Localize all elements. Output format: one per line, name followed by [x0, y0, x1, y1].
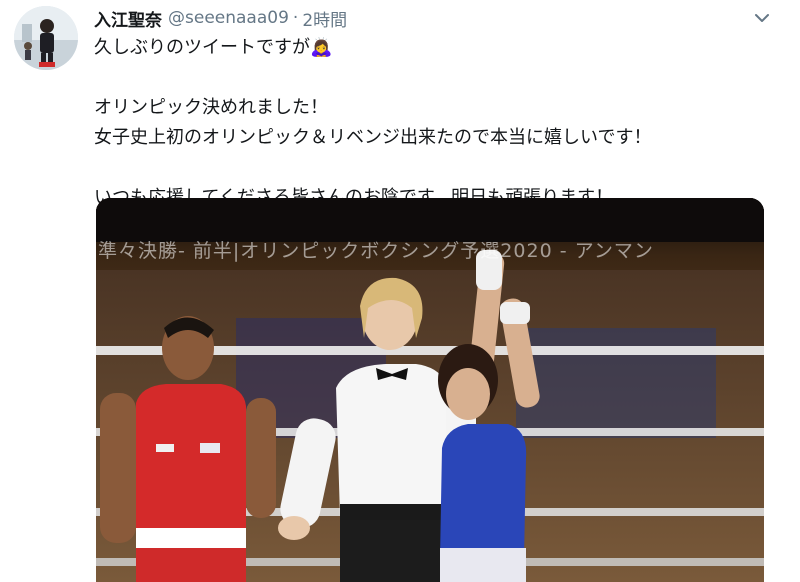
chevron-down-icon	[755, 14, 769, 22]
separator-dot: ·	[292, 8, 299, 28]
tweet-menu-button[interactable]	[752, 8, 772, 28]
avatar[interactable]	[14, 6, 78, 70]
tweet-line: 久しぶりのツイートですが🙇‍♀️	[94, 37, 333, 58]
tweet-media[interactable]: 準々決勝- 前半|オリンピックボクシング予選2020 - アンマン	[96, 198, 764, 582]
tweet-line: オリンピック決めれました！	[94, 97, 328, 118]
video-caption-banner: 準々決勝- 前半|オリンピックボクシング予選2020 - アンマン	[98, 240, 654, 262]
avatar-photo	[14, 6, 78, 70]
tweet-text: 久しぶりのツイートですが🙇‍♀️ オリンピック決めれました！ 女子史上初のオリン…	[94, 33, 784, 213]
tweet-header: 入江聖奈 @seeenaaa09 · 2時間	[94, 6, 347, 31]
tweet-line: 女子史上初のオリンピック＆リベンジ出来たので本当に嬉しいです！	[94, 127, 652, 148]
timestamp[interactable]: 2時間	[302, 6, 347, 31]
display-name[interactable]: 入江聖奈	[94, 6, 162, 31]
username[interactable]: @seeenaaa09	[168, 8, 289, 28]
